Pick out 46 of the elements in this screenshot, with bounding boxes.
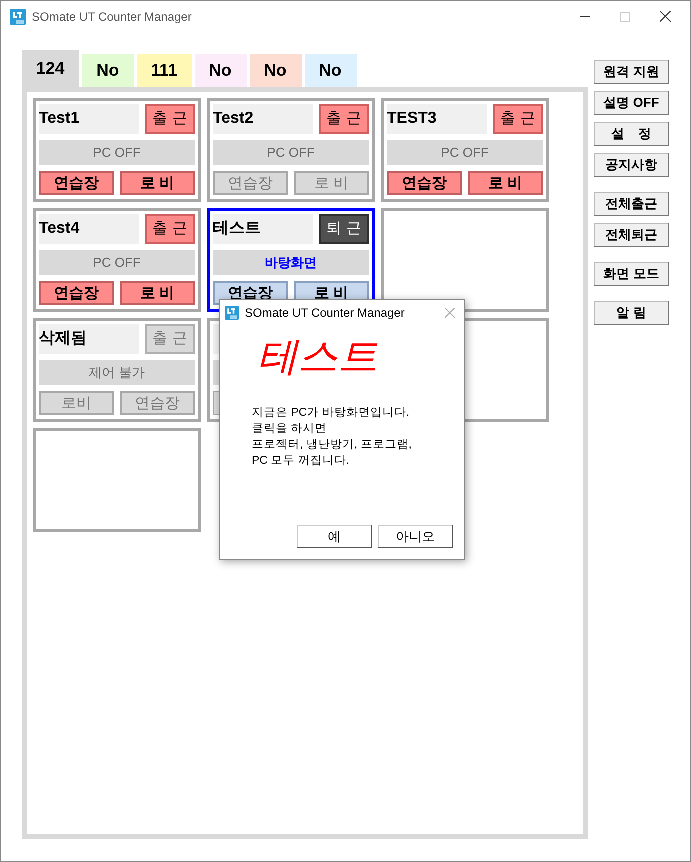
room-button[interactable]: 로 비 (120, 171, 195, 195)
room-name: Test1 (39, 104, 139, 134)
attendance-button[interactable]: 퇴 근 (319, 214, 369, 244)
pc-status: PC OFF (39, 140, 195, 165)
side-button[interactable]: 설명 OFF (594, 91, 669, 115)
app-logo-icon (225, 306, 239, 320)
room-name: 테스트 (213, 214, 313, 244)
attendance-button[interactable]: 출 근 (319, 104, 369, 134)
dialog-button[interactable]: 아니오 (378, 525, 453, 548)
attendance-button[interactable]: 출 근 (145, 104, 195, 134)
tab[interactable]: No (194, 54, 246, 87)
tab[interactable]: No (82, 54, 134, 87)
side-button[interactable]: 원격 지원 (594, 60, 669, 84)
close-icon[interactable] (660, 11, 671, 22)
tab[interactable]: No (304, 54, 356, 87)
side-button[interactable]: 화면 모드 (594, 262, 669, 286)
app-logo-icon (10, 8, 26, 24)
side-button[interactable]: 공지사항 (594, 153, 669, 177)
side-button[interactable]: 알 림 (594, 301, 669, 325)
room-name: Test4 (39, 214, 139, 244)
room-button[interactable]: 연습장 (39, 171, 114, 195)
tab[interactable]: 111 (137, 54, 192, 87)
side-button[interactable]: 전체출근 (594, 192, 669, 216)
side-button[interactable]: 전체퇴근 (594, 223, 669, 247)
attendance-button[interactable]: 출 근 (493, 104, 543, 134)
pc-status: PC OFF (39, 250, 195, 275)
room-button[interactable]: 로 비 (468, 171, 543, 195)
tab[interactable]: No (250, 54, 302, 87)
dialog-heading: 테스트 (258, 337, 378, 377)
attendance-button[interactable]: 출 근 (145, 214, 195, 244)
dialog-title: SOmate UT Counter Manager (245, 304, 405, 322)
pc-status: 바탕화면 (213, 250, 369, 275)
room-name: Test2 (213, 104, 313, 134)
side-button[interactable]: 설 정 (594, 122, 669, 146)
room-button[interactable]: 로 비 (120, 281, 195, 305)
pc-status: PC OFF (387, 140, 543, 165)
pc-status: PC OFF (213, 140, 369, 165)
dialog-message: 지금은 PC가 바탕화면입니다. 클릭을 하시면 프로젝터, 냉난방기, 프로그램, PC 모두 꺼집니다. (252, 406, 412, 469)
window-title: SOmate UT Counter Manager (32, 8, 192, 26)
room-button[interactable]: 연습장 (387, 171, 462, 195)
room-button[interactable]: 연습장 (39, 281, 114, 305)
pc-status: 제어 불가 (39, 360, 195, 385)
tab[interactable]: 124 (22, 50, 79, 87)
room-name: TEST3 (387, 104, 487, 134)
room-name: 삭제됨 (39, 324, 139, 354)
dialog-button[interactable]: 예 (297, 525, 372, 548)
